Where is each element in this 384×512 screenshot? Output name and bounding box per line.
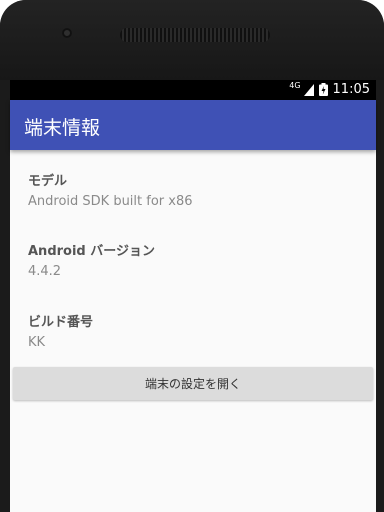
status-icons: 4G 11:05 — [289, 81, 370, 97]
android-version-info: Android バージョン 4.4.2 — [28, 240, 155, 279]
network-type: 4G — [289, 81, 301, 90]
earpiece-speaker — [120, 28, 270, 42]
model-value: Android SDK built for x86 — [28, 194, 193, 209]
model-label: モデル — [28, 174, 68, 189]
android-version-value: 4.4.2 — [28, 264, 62, 279]
status-time: 11:05 — [332, 82, 370, 97]
screen: 4G 11:05 端末情報 モデル Android SDK built for … — [10, 80, 376, 512]
app-title: 端末情報 — [24, 117, 101, 139]
build-number-label: ビルド番号 — [28, 315, 94, 330]
build-number-value: KK — [28, 335, 46, 350]
build-number-info: ビルド番号 KK — [28, 311, 93, 350]
android-version-label: Android バージョン — [28, 244, 155, 259]
status-bar: 4G 11:05 — [10, 80, 376, 100]
phone-device: 4G 11:05 端末情報 モデル Android SDK built for … — [0, 0, 384, 512]
model-info: モデル Android SDK built for x86 — [28, 170, 193, 209]
battery-charging-icon — [318, 83, 328, 96]
signal-icon — [303, 83, 314, 96]
phone-bezel — [0, 0, 384, 80]
app-bar: 端末情報 — [10, 100, 376, 150]
open-settings-button[interactable]: 端末の設定を開く — [13, 367, 373, 400]
front-camera — [62, 28, 72, 38]
